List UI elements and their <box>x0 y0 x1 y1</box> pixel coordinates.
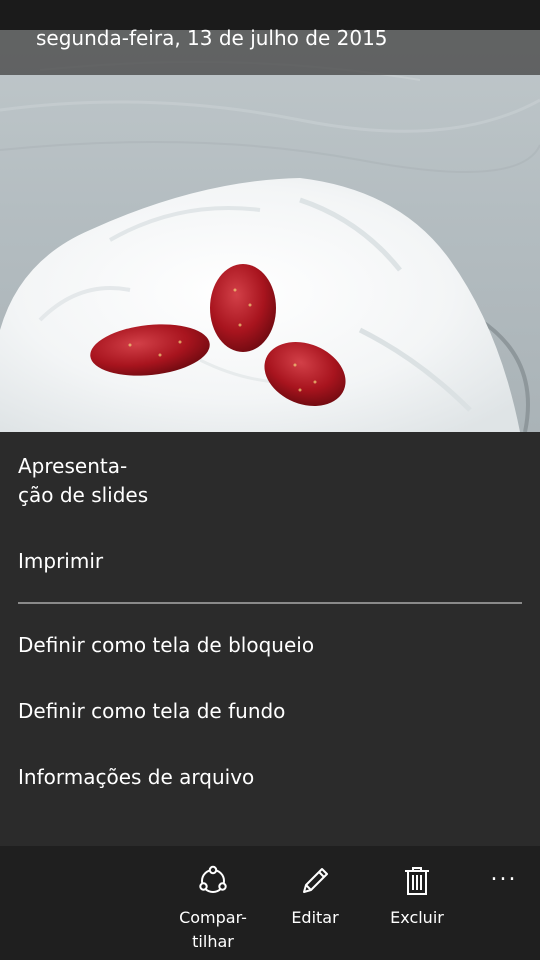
menu-divider <box>18 602 522 604</box>
menu-item-slideshow-line-2: ção de slides <box>18 483 149 507</box>
menu-item-slideshow-line-1: Apresenta- <box>18 454 128 478</box>
menu-item-set-background[interactable]: Definir como tela de fundo <box>18 697 285 726</box>
photo-date: segunda-feira, 13 de julho de 2015 <box>36 26 388 50</box>
cake-with-strawberries-photo <box>0 30 540 432</box>
pencil-icon <box>303 868 328 893</box>
more-button[interactable]: ... <box>484 861 524 904</box>
menu-item-slideshow[interactable]: Apresenta- ção de slides <box>18 452 198 510</box>
share-label-line-1: Compar- <box>179 908 247 927</box>
photo-view[interactable] <box>0 30 540 432</box>
more-icon: ... <box>490 861 518 886</box>
menu-item-set-lock-screen[interactable]: Definir como tela de bloqueio <box>18 631 314 660</box>
share-icon <box>199 865 227 893</box>
edit-button[interactable]: Editar <box>270 846 360 960</box>
share-label-line-2: tilhar <box>192 932 234 951</box>
date-header: segunda-feira, 13 de julho de 2015 <box>0 26 540 75</box>
share-button[interactable]: Compar- tilhar <box>168 846 258 960</box>
trash-icon <box>405 867 429 895</box>
photo-viewer-screen: segunda-feira, 13 de julho de 2015 Apres… <box>0 0 540 960</box>
menu-item-print[interactable]: Imprimir <box>18 547 103 576</box>
delete-label: Excluir <box>390 908 444 927</box>
share-label: Compar- tilhar <box>168 906 258 954</box>
app-bar: Compar- tilhar Editar Excluir ... <box>0 846 540 960</box>
menu-item-file-info[interactable]: Informações de arquivo <box>18 763 254 792</box>
delete-button[interactable]: Excluir <box>372 846 462 960</box>
edit-label: Editar <box>291 908 339 927</box>
context-menu: Apresenta- ção de slides Imprimir Defini… <box>0 432 540 846</box>
